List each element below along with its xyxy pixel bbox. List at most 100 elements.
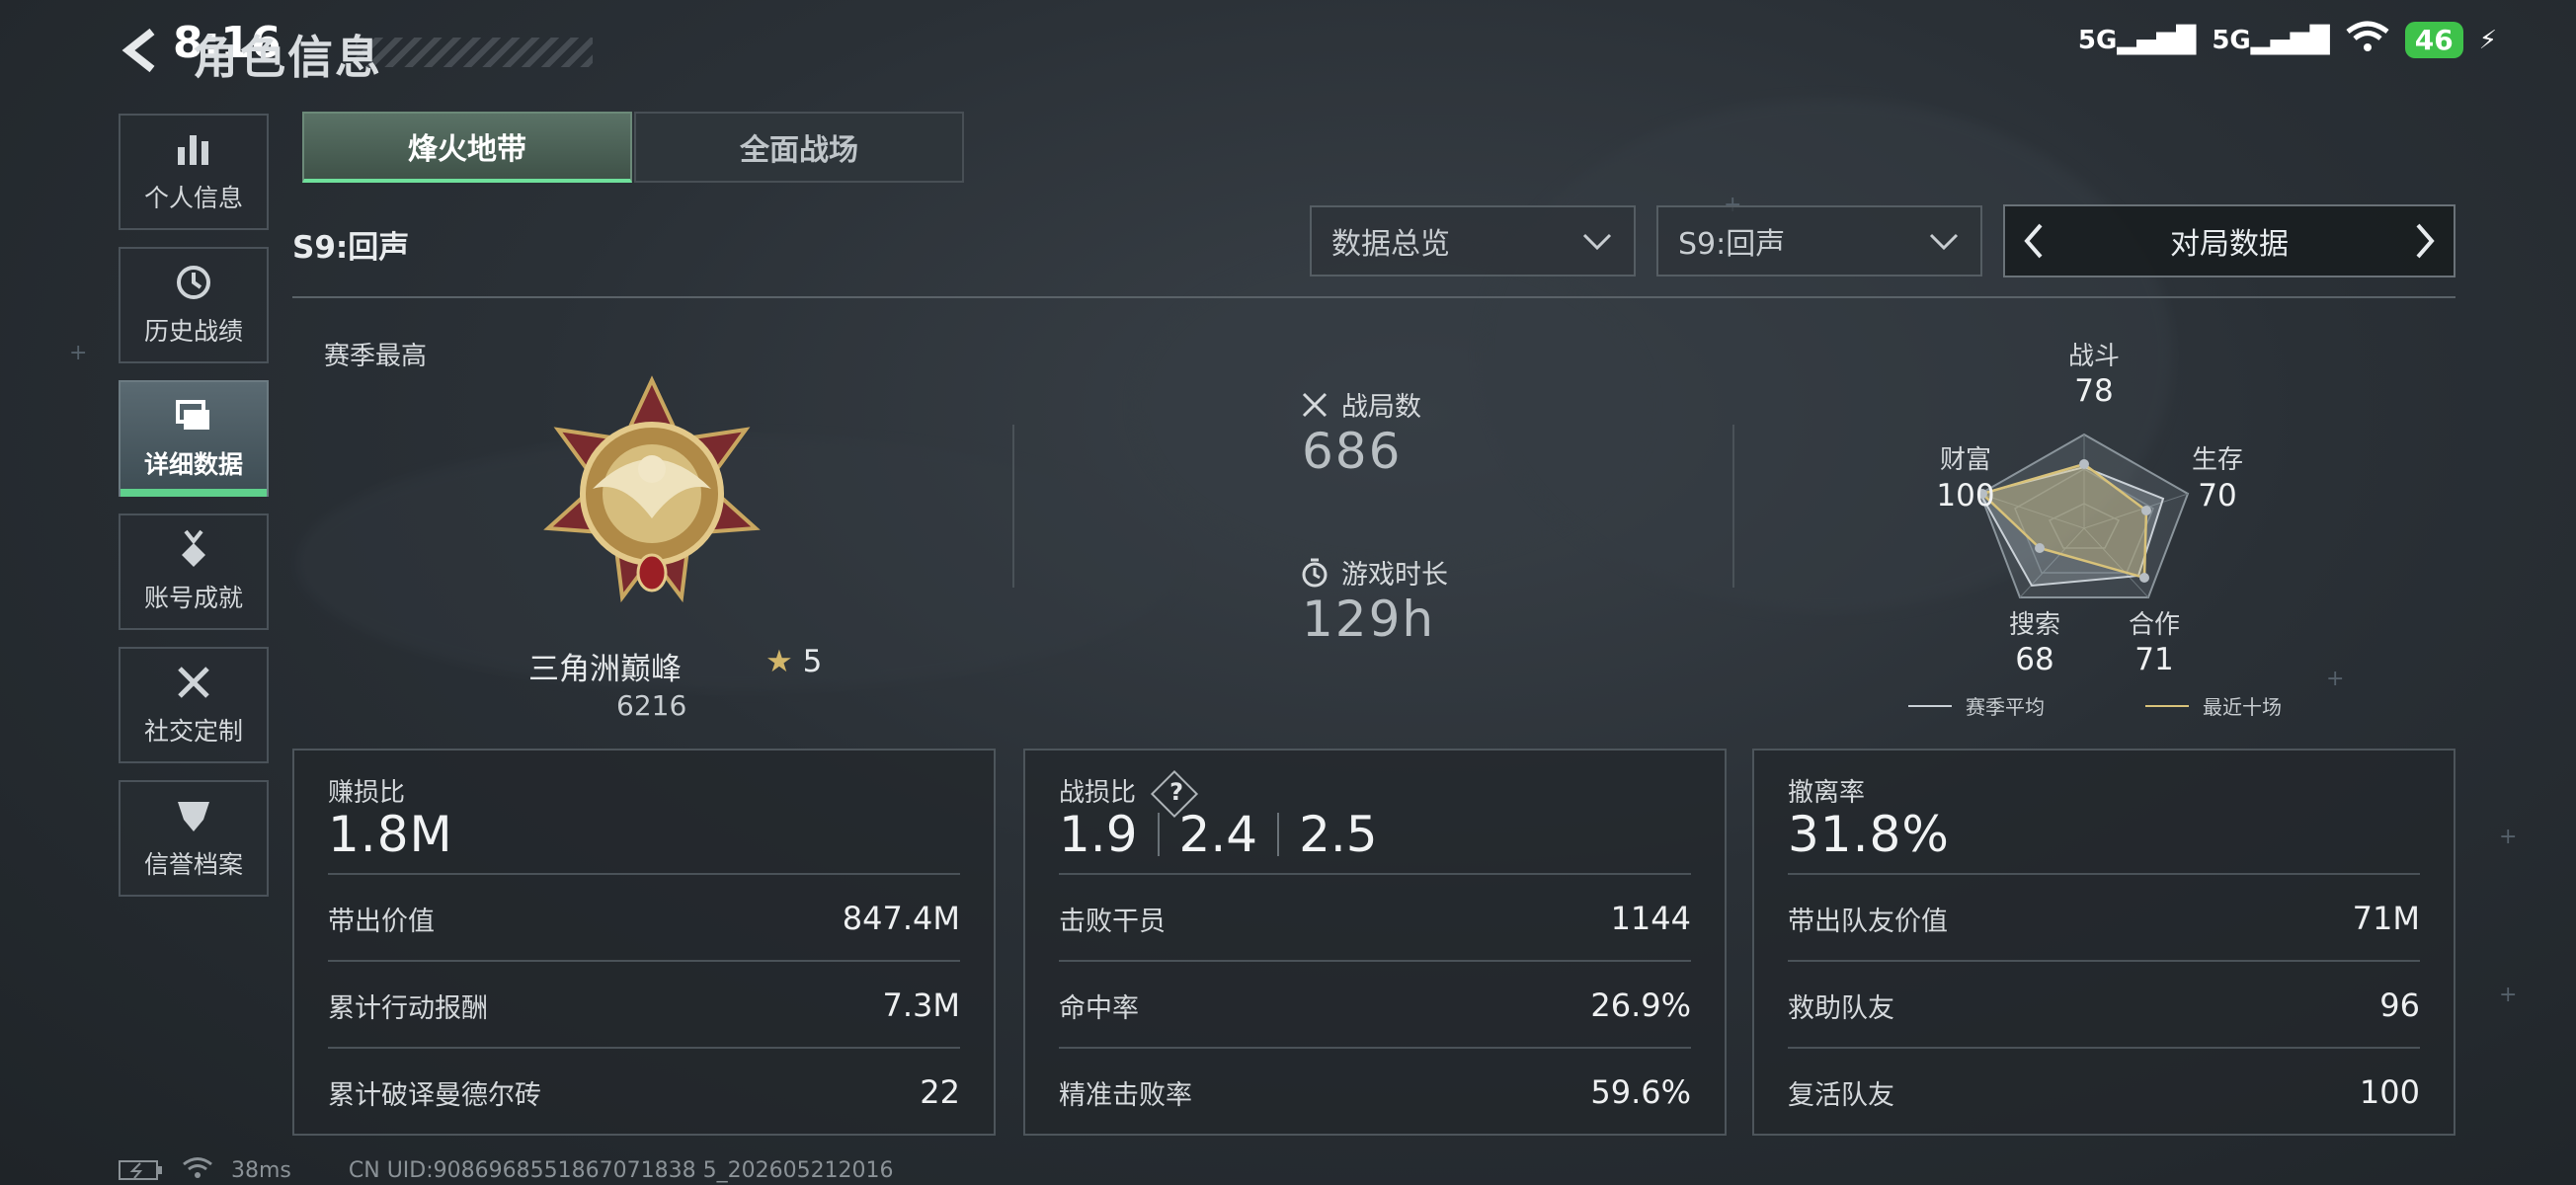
- stat-row: 精准击败率 59.6%: [1059, 1047, 1691, 1136]
- sidebar-item-label: 社交定制: [143, 717, 243, 746]
- ping-value: 38ms: [231, 1157, 291, 1183]
- sidebar-item-profile[interactable]: 个人信息: [119, 114, 269, 230]
- back-arrow-icon[interactable]: [117, 26, 166, 75]
- stat-row-value: 847.4M: [842, 900, 960, 937]
- radar-value-survival: 70: [2198, 478, 2237, 514]
- matches-value: 686: [1302, 423, 1403, 480]
- season-high-label: 赛季最高: [324, 342, 428, 371]
- bar-chart-icon: [173, 129, 214, 171]
- sidebar-item-label: 信誉档案: [143, 850, 243, 879]
- battery-indicator: 46: [2404, 22, 2463, 58]
- bg-cross: +: [2499, 825, 2518, 849]
- playtime-label: 游戏时长: [1341, 560, 1448, 591]
- season-dropdown-value: S9:回声: [1678, 227, 1786, 262]
- battery-icon: [119, 1160, 162, 1180]
- bg-cross: +: [2326, 667, 2345, 691]
- sidebar-item-history[interactable]: 历史战绩: [119, 247, 269, 363]
- radar-value-wealth: 100: [1936, 478, 1995, 514]
- rank-emblem: [523, 370, 780, 617]
- profit-card: 赚损比 1.8M 带出价值 847.4M 累计行动报酬 7.3M 累计破译曼德尔…: [292, 749, 996, 1136]
- radar-value-combat: 78: [2074, 373, 2114, 409]
- divider: [292, 296, 2455, 298]
- tab-full-battlefield[interactable]: 全面战场: [634, 112, 964, 183]
- combat-card: 战损比 ? 1.9 2.4 2.5 击败干员 1144 命中率 26.9% 精准…: [1023, 749, 1727, 1136]
- combat-ratio: 2.4: [1178, 806, 1258, 863]
- extract-card: 撤离率 31.8% 带出队友价值 71M 救助队友 96 复活队友 100: [1752, 749, 2455, 1136]
- stat-row-value: 59.6%: [1590, 1073, 1691, 1111]
- radar-value-search: 68: [2015, 642, 2054, 677]
- divider: [1732, 425, 1734, 588]
- chevron-right-icon[interactable]: [2410, 221, 2440, 261]
- stat-row-value: 71M: [2352, 900, 2420, 937]
- stat-row: 带出价值 847.4M: [328, 873, 960, 962]
- tools-icon: [173, 663, 214, 704]
- stat-row: 命中率 26.9%: [1059, 960, 1691, 1049]
- chevron-down-icon: [1582, 233, 1612, 251]
- stat-row: 累计破译曼德尔砖 22: [328, 1047, 960, 1136]
- stat-row-label: 累计破译曼德尔砖: [328, 1079, 541, 1111]
- crossed-swords-icon: [1302, 392, 1328, 417]
- radar-label-wealth: 财富: [1939, 445, 1991, 475]
- tab-warzone[interactable]: 烽火地带: [302, 112, 632, 183]
- rank-stars: ★ 5: [765, 644, 822, 679]
- stat-row-label: 累计行动报酬: [328, 992, 488, 1024]
- stat-row-label: 带出价值: [328, 906, 435, 937]
- legend-recent-ten: 最近十场: [2145, 691, 2282, 720]
- sidebar-item-details[interactable]: 详细数据: [119, 380, 269, 497]
- wifi-icon: [182, 1155, 213, 1185]
- extract-label: 撤离率: [1788, 778, 1866, 808]
- sidebar-item-reputation[interactable]: 信誉档案: [119, 780, 269, 897]
- history-icon: [173, 263, 214, 304]
- stat-row-value: 26.9%: [1590, 987, 1691, 1024]
- wifi-icon: [2346, 20, 2389, 60]
- combat-ratios: 1.9 2.4 2.5: [1059, 806, 1378, 863]
- star-icon: ★: [765, 644, 793, 679]
- stat-row-label: 带出队友价值: [1788, 906, 1948, 937]
- sidebar-item-label: 个人信息: [143, 184, 243, 212]
- legend-label: 赛季平均: [1966, 695, 2045, 719]
- sidebar-item-label: 账号成就: [143, 584, 243, 612]
- medal-icon: [173, 529, 214, 571]
- uid-text: CN UID:9086968551867071838 5_20260521201…: [348, 1157, 894, 1183]
- radar-value-teamwork: 71: [2134, 642, 2174, 677]
- sidebar-item-achievements[interactable]: 账号成就: [119, 514, 269, 630]
- extract-value: 31.8%: [1788, 806, 1950, 863]
- cards-icon: [173, 396, 214, 437]
- chevron-down-icon: [1929, 233, 1959, 251]
- legend-season-average: 赛季平均: [1908, 691, 2045, 720]
- stat-row-label: 精准击败率: [1059, 1079, 1192, 1111]
- stat-row: 带出队友价值 71M: [1788, 873, 2420, 962]
- bg-cross: +: [69, 341, 88, 365]
- match-data-navigator: 对局数据: [2003, 204, 2455, 277]
- combat-ratio: 2.5: [1299, 806, 1378, 863]
- sidebar-item-social[interactable]: 社交定制: [119, 647, 269, 763]
- radar-label-survival: 生存: [2191, 445, 2243, 475]
- help-glyph: ?: [1169, 777, 1184, 806]
- stat-row-value: 96: [2379, 987, 2420, 1024]
- shield-icon: [173, 796, 214, 837]
- title-decoration: [356, 38, 593, 67]
- rank-score: 6216: [616, 689, 687, 722]
- radar-label-combat: 战斗: [2067, 342, 2120, 371]
- chevron-left-icon[interactable]: [2019, 221, 2049, 261]
- stopwatch-icon: [1302, 558, 1328, 587]
- signal-5g-icon: 5G▂▄▆█: [2212, 25, 2330, 55]
- bg-cross: +: [2499, 983, 2518, 1007]
- radar-label-teamwork: 合作: [2128, 610, 2180, 640]
- overview-dropdown[interactable]: 数据总览: [1310, 205, 1636, 276]
- stat-row: 累计行动报酬 7.3M: [328, 960, 960, 1049]
- playtime-value: 129h: [1302, 591, 1436, 648]
- season-title: S9:回声: [292, 230, 410, 266]
- status-icons: 5G▂▄▆█ 5G▂▄▆█ 46 ⚡: [2078, 20, 2497, 60]
- legend-label: 最近十场: [2203, 695, 2282, 719]
- stat-row: 救助队友 96: [1788, 960, 2420, 1049]
- stat-row: 击败干员 1144: [1059, 873, 1691, 962]
- matches-stat: 战局数: [1300, 385, 1421, 424]
- radar-label-search: 搜索: [2008, 610, 2060, 640]
- season-dropdown[interactable]: S9:回声: [1656, 205, 1982, 276]
- combat-ratio: 1.9: [1059, 806, 1138, 863]
- rank-star-count: 5: [802, 644, 823, 679]
- rank-name: 三角洲巅峰: [528, 652, 682, 687]
- charging-icon: ⚡: [2478, 25, 2497, 55]
- combat-label: 战损比: [1059, 778, 1137, 808]
